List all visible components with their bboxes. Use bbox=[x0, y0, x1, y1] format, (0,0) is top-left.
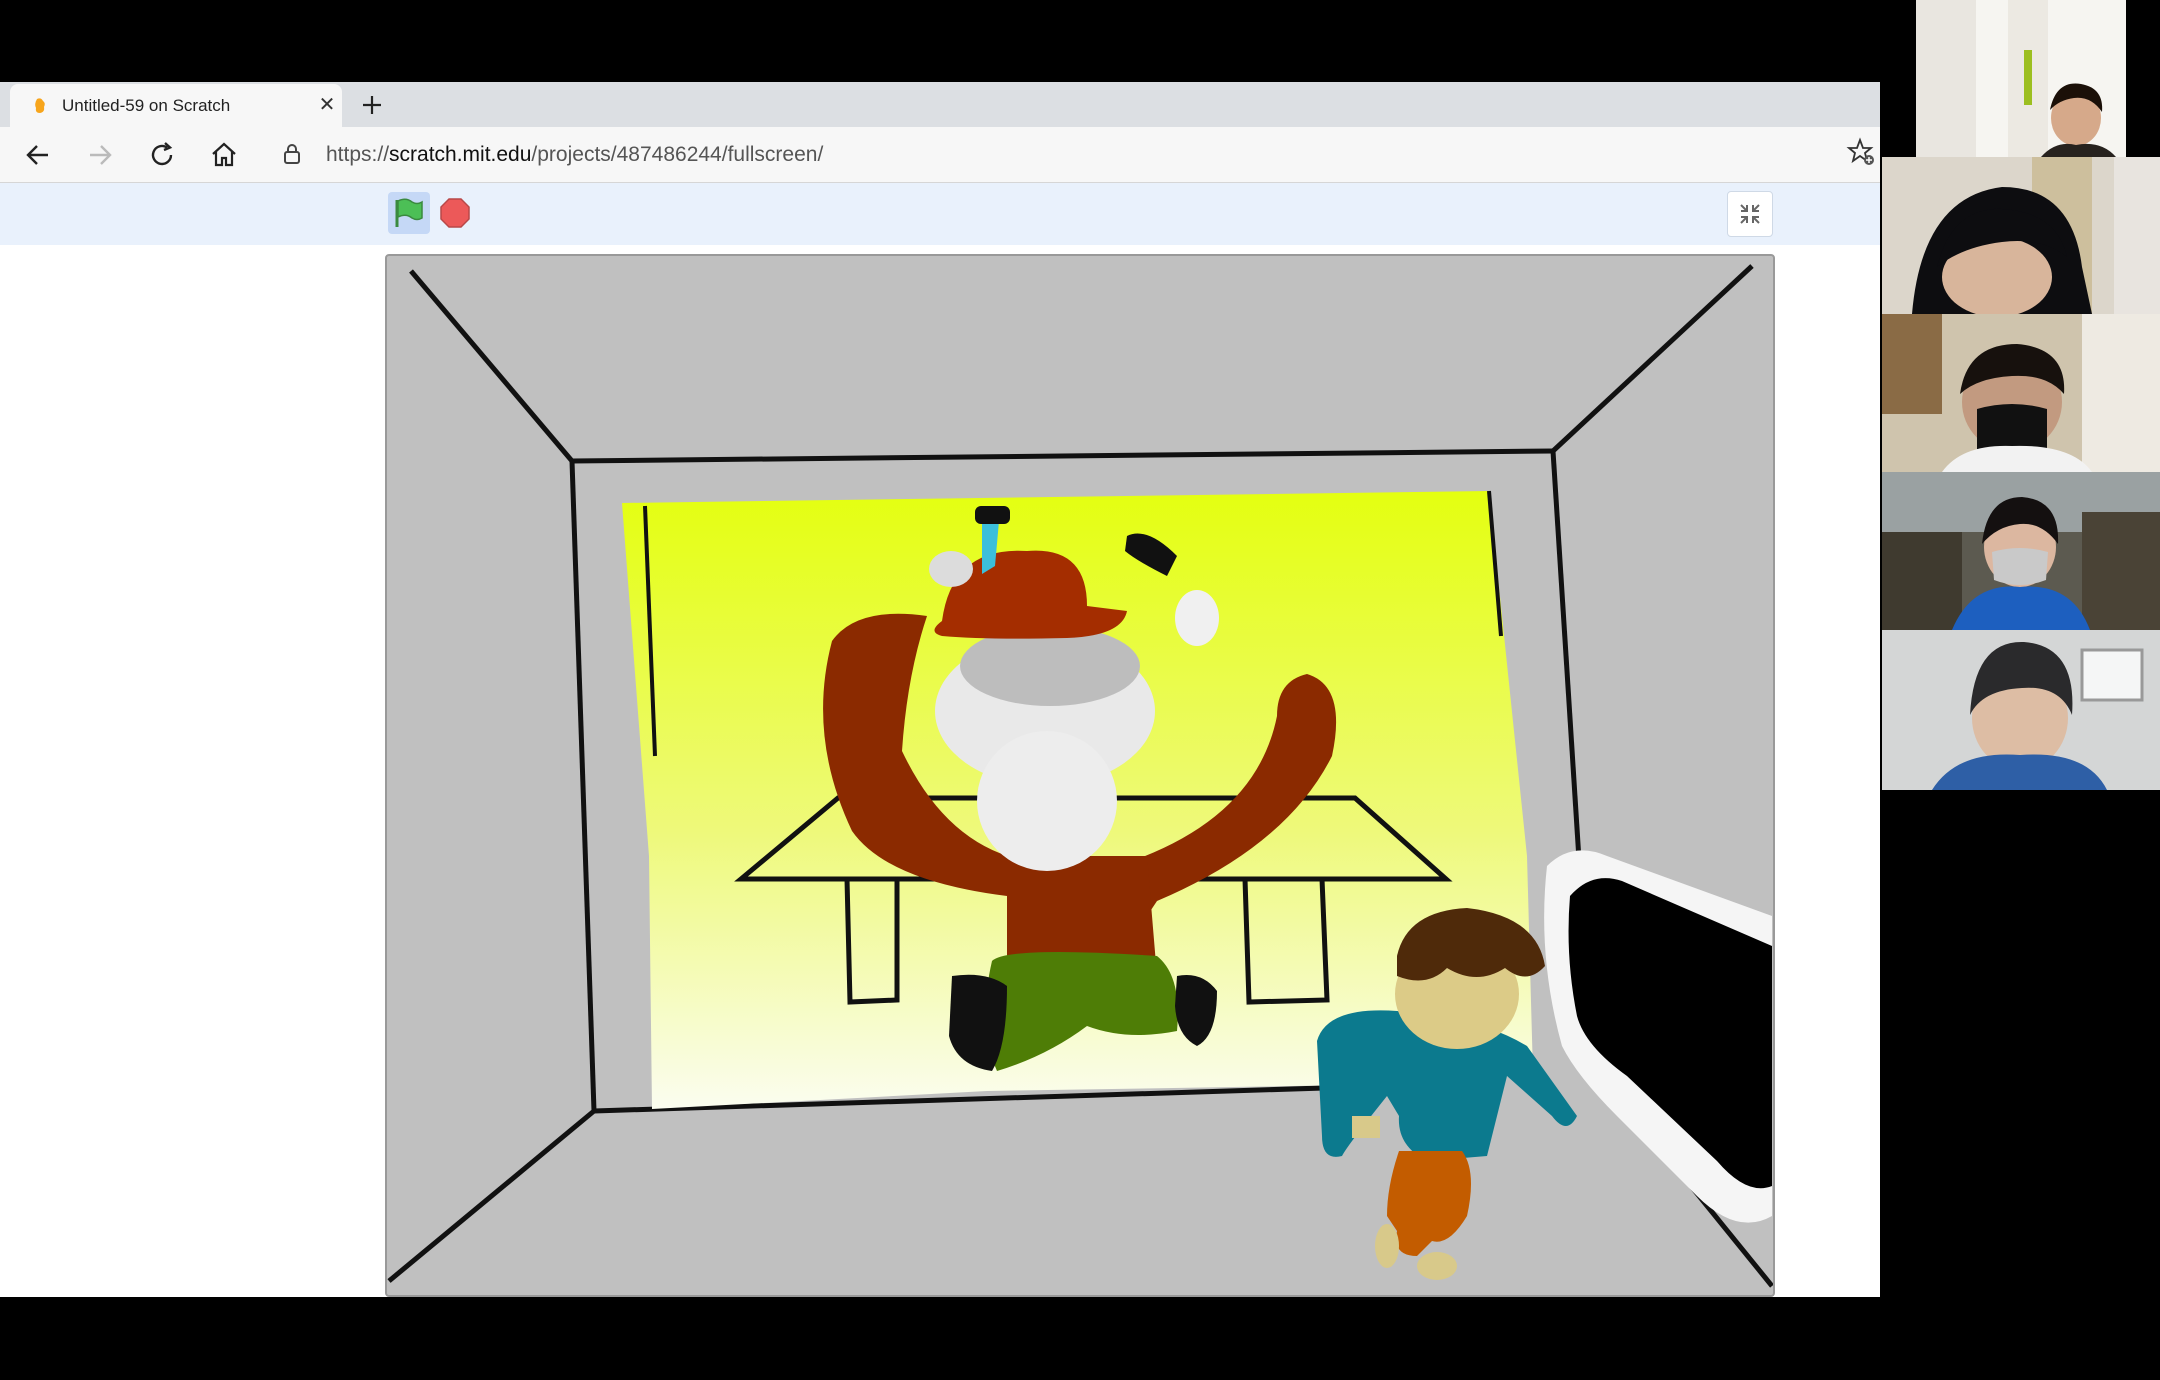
fullscreen-content bbox=[0, 245, 1880, 1297]
browser-window: Untitled-59 on Scratch ✕ https://scratch… bbox=[0, 82, 1880, 1297]
participant-5-image bbox=[1882, 630, 2160, 790]
participant-4-image bbox=[1882, 472, 2160, 630]
stage-drawing bbox=[387, 264, 1773, 1288]
home-icon[interactable] bbox=[208, 139, 240, 171]
exit-fullscreen-button[interactable] bbox=[1727, 191, 1773, 237]
arrow-right-icon[interactable] bbox=[84, 139, 116, 171]
tab-title: Untitled-59 on Scratch bbox=[62, 96, 231, 115]
green-flag-icon bbox=[395, 198, 423, 227]
participant-video-2[interactable] bbox=[1882, 157, 2160, 314]
browser-toolbar: https://scratch.mit.edu/projects/4874862… bbox=[0, 127, 1880, 183]
participant-video-3[interactable] bbox=[1882, 314, 2160, 472]
address-bar[interactable]: https://scratch.mit.edu/projects/4874862… bbox=[268, 133, 1840, 175]
participant-video-5[interactable] bbox=[1882, 630, 2160, 790]
participant-video-4[interactable] bbox=[1882, 472, 2160, 630]
participant-2-image bbox=[1882, 157, 2160, 314]
participant-1-image bbox=[1916, 0, 2126, 157]
tab-strip: Untitled-59 on Scratch ✕ bbox=[0, 82, 1880, 127]
url-scheme: https:// bbox=[326, 143, 390, 166]
scratch-cat-icon bbox=[35, 98, 45, 113]
lock-icon bbox=[284, 144, 300, 164]
scratch-stage[interactable] bbox=[385, 254, 1775, 1297]
scratch-stage-header bbox=[0, 183, 1880, 245]
url-host: scratch.mit.edu bbox=[389, 143, 532, 166]
url-text: https://scratch.mit.edu/projects/4874862… bbox=[326, 143, 823, 167]
green-flag-button[interactable] bbox=[388, 192, 430, 234]
participant-video-1[interactable] bbox=[1916, 0, 2126, 157]
stop-sign-icon[interactable] bbox=[440, 198, 470, 228]
unfullscreen-icon bbox=[1740, 204, 1760, 224]
star-add-icon[interactable] bbox=[1846, 137, 1876, 167]
arrow-left-icon[interactable] bbox=[22, 139, 54, 171]
reload-icon[interactable] bbox=[146, 139, 178, 171]
tab-scratch-project[interactable]: Untitled-59 on Scratch ✕ bbox=[10, 84, 342, 127]
plus-icon[interactable] bbox=[357, 90, 387, 120]
close-icon[interactable]: ✕ bbox=[316, 94, 338, 116]
participant-3-image bbox=[1882, 314, 2160, 472]
url-path: /projects/487486244/fullscreen/ bbox=[531, 143, 824, 166]
